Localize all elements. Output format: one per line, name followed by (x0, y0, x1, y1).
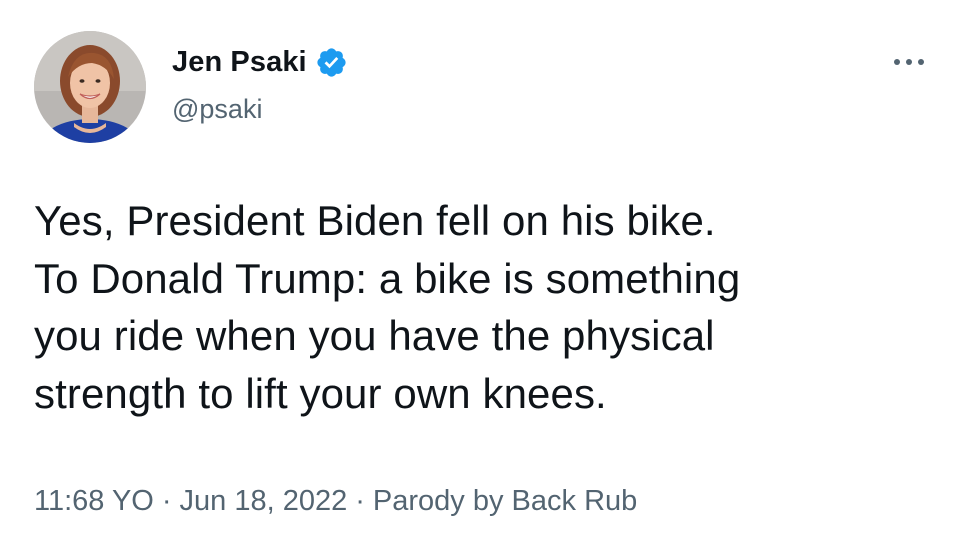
tweet-time[interactable]: 11:68 YO (34, 485, 154, 517)
more-options-icon[interactable] (889, 52, 929, 72)
tweet-text-line: you ride when you have the physical (34, 312, 715, 359)
verified-badge-icon (315, 46, 348, 79)
profile-photo-icon (34, 31, 146, 143)
author-name-row: Jen Psaki (172, 42, 348, 82)
tweet-source[interactable]: Parody by Back Rub (373, 485, 637, 517)
tweet-card: Jen Psaki @psaki Yes, President Biden fe… (0, 0, 960, 549)
tweet-text-line: strength to lift your own knees. (34, 369, 607, 417)
tweet-text-line: To Donald Trump: a bike is something (34, 254, 741, 302)
meta-separator: · (161, 485, 172, 517)
tweet-text: Yes, President Biden fell on his bike. T… (34, 192, 944, 422)
author-display-name[interactable]: Jen Psaki (172, 46, 307, 79)
meta-separator: · (355, 485, 365, 517)
avatar[interactable] (34, 31, 146, 143)
author-handle[interactable]: @psaki (172, 94, 262, 125)
tweet-date[interactable]: Jun 18, 2022 (180, 485, 348, 517)
tweet-text-line: Yes, President Biden fell on his bike. (34, 197, 716, 244)
tweet-meta: 11:68 YO · Jun 18, 2022 · Parody by Back Rub (34, 485, 637, 518)
